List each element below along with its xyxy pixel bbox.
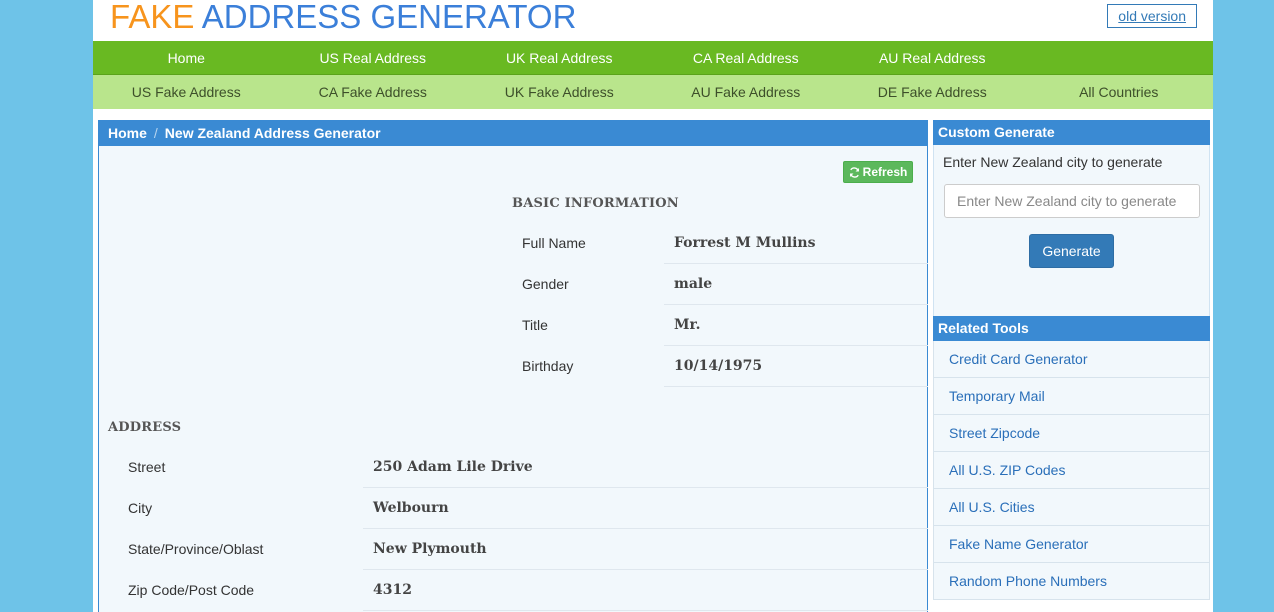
- field-label: Zip Code/Post Code: [128, 582, 255, 598]
- breadcrumb-home[interactable]: Home: [108, 125, 147, 141]
- table-row: Full Name Forrest M Mullins: [522, 223, 928, 264]
- refresh-label: Refresh: [862, 165, 908, 179]
- address-table: Street 250 Adam Lile Drive City Welbourn…: [128, 447, 928, 611]
- custom-generate-heading: Custom Generate: [933, 120, 1210, 145]
- sidebar: Custom Generate Enter New Zealand city t…: [933, 120, 1210, 600]
- table-row: Title Mr.: [522, 305, 928, 346]
- table-row: Birthday 10/14/1975: [522, 346, 928, 387]
- field-value: Mr.: [664, 305, 928, 346]
- table-row: Street 250 Adam Lile Drive: [128, 447, 928, 488]
- field-value: Welbourn: [363, 488, 928, 529]
- refresh-button[interactable]: Refresh: [843, 161, 913, 183]
- generator-panel: Home / New Zealand Address Generator Refre…: [98, 120, 928, 612]
- basic-info-table: Full Name Forrest M Mullins Gender male …: [522, 223, 928, 387]
- city-input[interactable]: Enter New Zealand city to generate: [944, 184, 1200, 218]
- logo-word-fake: FAKE: [110, 0, 195, 35]
- field-label: Gender: [522, 276, 569, 292]
- nav-us-fake-address[interactable]: US Fake Address: [93, 75, 280, 109]
- nav-ca-real-address[interactable]: CA Real Address: [653, 41, 840, 74]
- old-version-link[interactable]: old version: [1107, 4, 1197, 28]
- field-value: 250 Adam Lile Drive: [363, 447, 928, 488]
- tool-link-credit-card-generator[interactable]: Credit Card Generator: [933, 341, 1210, 378]
- nav-empty-slot: [1026, 41, 1213, 74]
- primary-nav: Home US Real Address UK Real Address CA …: [93, 41, 1213, 75]
- table-row: Zip Code/Post Code 4312: [128, 570, 928, 611]
- tool-link-all-us-zip-codes[interactable]: All U.S. ZIP Codes: [933, 452, 1210, 489]
- tool-link-all-us-cities[interactable]: All U.S. Cities: [933, 489, 1210, 526]
- tool-link-street-zipcode[interactable]: Street Zipcode: [933, 415, 1210, 452]
- field-value: male: [664, 264, 928, 305]
- tool-link-fake-name-generator[interactable]: Fake Name Generator: [933, 526, 1210, 563]
- nav-us-real-address[interactable]: US Real Address: [280, 41, 467, 74]
- field-value: New Plymouth: [363, 529, 928, 570]
- nav-home[interactable]: Home: [93, 41, 280, 74]
- field-label: Birthday: [522, 358, 574, 374]
- basic-information-title: BASIC INFORMATION: [512, 196, 679, 211]
- field-label: Street: [128, 459, 166, 475]
- field-value: 10/14/1975: [664, 346, 928, 387]
- logo-word-address-generator: ADDRESS GENERATOR: [201, 0, 577, 35]
- field-label: Full Name: [522, 235, 586, 251]
- table-row: State/Province/Oblast New Plymouth: [128, 529, 928, 570]
- refresh-icon: [849, 166, 859, 178]
- custom-generate-panel: Enter New Zealand city to generate Enter…: [933, 145, 1210, 317]
- field-value: Forrest M Mullins: [664, 223, 928, 264]
- breadcrumb-separator: /: [153, 125, 158, 141]
- table-row: Gender male: [522, 264, 928, 305]
- breadcrumb: Home / New Zealand Address Generator: [99, 121, 927, 146]
- nav-ca-fake-address[interactable]: CA Fake Address: [280, 75, 467, 109]
- nav-de-fake-address[interactable]: DE Fake Address: [839, 75, 1026, 109]
- nav-au-real-address[interactable]: AU Real Address: [839, 41, 1026, 74]
- nav-au-fake-address[interactable]: AU Fake Address: [653, 75, 840, 109]
- tool-link-temporary-mail[interactable]: Temporary Mail: [933, 378, 1210, 415]
- site-header: FAKE ADDRESS GENERATOR old version: [93, 0, 1213, 41]
- related-tools-heading: Related Tools: [933, 316, 1210, 341]
- generate-button[interactable]: Generate: [1029, 234, 1114, 268]
- field-label: City: [128, 500, 153, 516]
- field-label: Title: [522, 317, 548, 333]
- custom-generate-description: Enter New Zealand city to generate: [943, 154, 1163, 170]
- related-tools-panel: Related Tools Credit Card Generator Temp…: [933, 316, 1210, 600]
- table-row: City Welbourn: [128, 488, 928, 529]
- breadcrumb-current: New Zealand Address Generator: [164, 125, 381, 141]
- nav-uk-fake-address[interactable]: UK Fake Address: [466, 75, 653, 109]
- secondary-nav: US Fake Address CA Fake Address UK Fake …: [93, 75, 1213, 109]
- site-logo[interactable]: FAKE ADDRESS GENERATOR: [110, 0, 576, 36]
- nav-uk-real-address[interactable]: UK Real Address: [466, 41, 653, 74]
- field-value: 4312: [363, 570, 928, 611]
- page: FAKE ADDRESS GENERATOR old version Home …: [93, 0, 1213, 612]
- nav-all-countries[interactable]: All Countries: [1026, 75, 1213, 109]
- tool-link-random-phone-numbers[interactable]: Random Phone Numbers: [933, 563, 1210, 600]
- address-title: ADDRESS: [108, 420, 182, 435]
- field-label: State/Province/Oblast: [128, 541, 264, 557]
